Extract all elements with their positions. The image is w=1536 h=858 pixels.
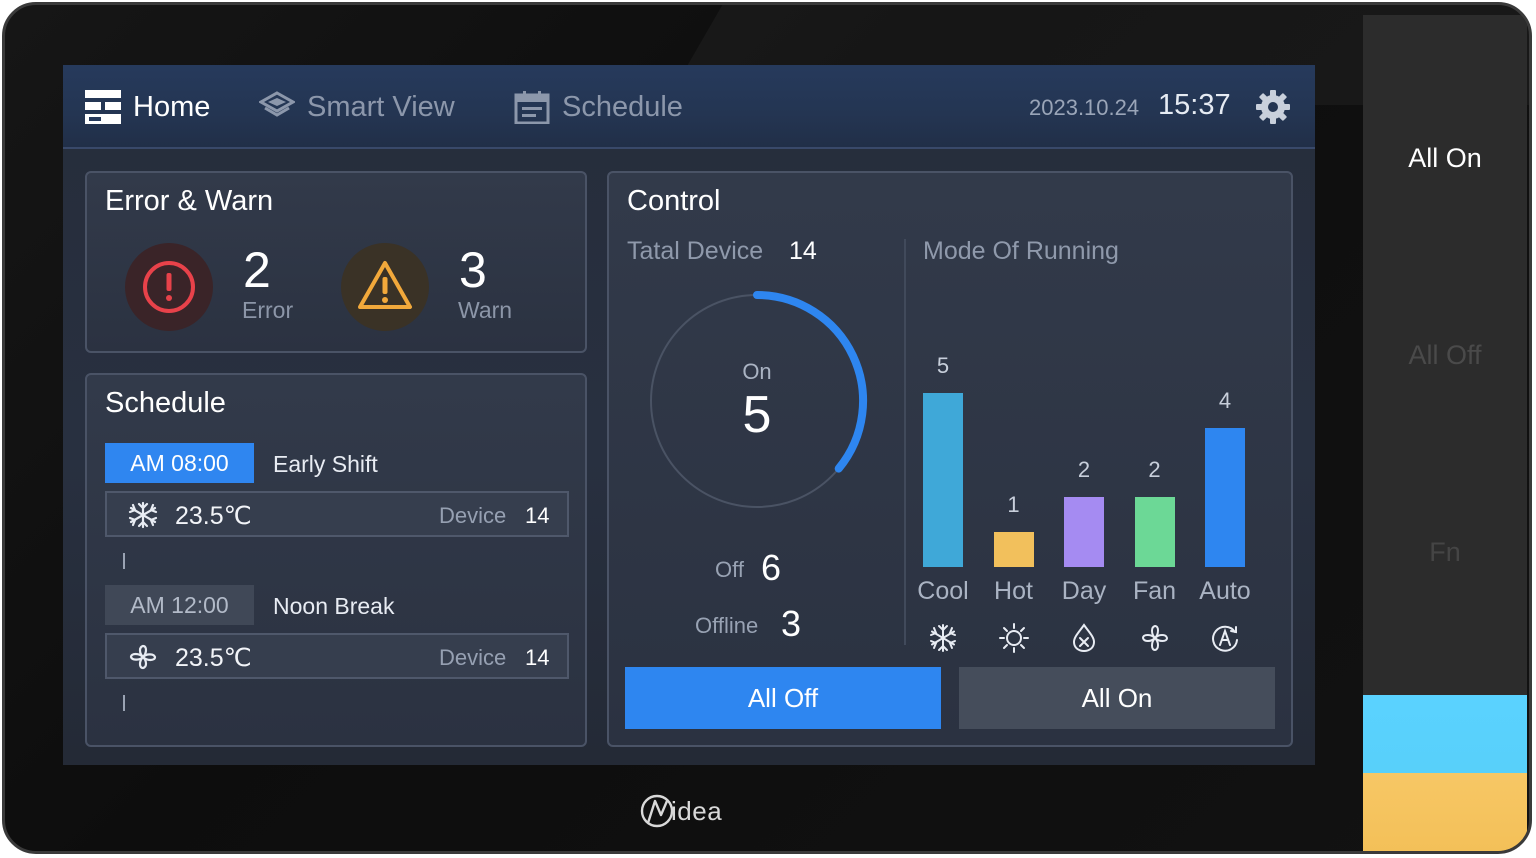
total-device-label: Tatal Device [627,237,764,265]
timeline-tick [123,695,125,711]
brand-mark-icon [640,794,674,828]
warn-count: 3 [459,242,487,298]
all-on-button[interactable]: All On [959,667,1275,729]
timeline-tick [123,553,125,569]
control-card: Control Tatal Device 14 Mode Of Running … [607,171,1293,747]
on-label: On [742,359,772,384]
side-all-on-button[interactable]: All On [1363,143,1527,174]
schedule-card: Schedule AM 08:00 Early Shift 23.5℃ Devi… [85,373,587,747]
snowflake-icon [128,501,158,529]
error-count: 2 [243,242,271,298]
bar-label-fan: Fan [1132,577,1177,605]
nav-smart-view-label: Smart View [307,90,455,123]
device-bezel: Home Smart View Schedule 2023.10.24 15:3… [2,2,1532,854]
brand-logo: idea [639,791,722,831]
date-display: 2023.10.24 [1029,95,1140,120]
nav-home-label: Home [133,90,211,123]
top-nav: Home Smart View Schedule 2023.10.24 15:3… [63,65,1315,149]
mode-of-running-title: Mode Of Running [923,237,1119,265]
fan-icon [129,644,157,670]
side-yellow-block [1363,773,1527,851]
on-count: 5 [742,386,772,444]
nav-tab-smart-view[interactable]: Smart View [259,89,455,125]
bar-fan [1134,497,1175,567]
bar-value-day: 2 [1077,457,1091,483]
schedule-time-1[interactable]: AM 08:00 [105,443,254,483]
error-icon [143,261,195,313]
offline-count: 3 [781,603,802,644]
bar-hot [993,532,1034,567]
schedule-device-count-1: 14 [525,503,550,528]
error-warn-title: Error & Warn [105,185,274,217]
sun-icon [998,623,1029,653]
schedule-name-2: Noon Break [273,593,395,619]
side-panel: All On All Off Fn [1363,15,1527,851]
snowflake-icon [930,624,956,652]
schedule-device-label-2: Device [439,645,507,670]
total-device-count: 14 [789,237,817,265]
schedule-temp-2: 23.5℃ [175,644,252,672]
error-badge [125,243,213,331]
error-label: Error [242,297,294,323]
bar-value-cool: 5 [936,353,950,378]
bar-value-auto: 4 [1218,387,1232,413]
bar-label-auto: Auto [1199,577,1251,605]
bar-cool [923,393,963,567]
time-display: 15:37 [1158,89,1231,121]
brand-name: idea [671,795,723,826]
bar-value-fan: 2 [1148,457,1161,483]
home-grid-icon [85,90,121,124]
schedule-temp-1: 23.5℃ [175,502,252,530]
calendar-icon [514,91,550,124]
nav-tab-schedule[interactable]: Schedule [514,89,683,125]
schedule-title: Schedule [105,387,226,419]
schedule-name-1: Early Shift [273,451,378,477]
gear-icon[interactable] [1255,89,1291,125]
schedule-row-2[interactable]: 23.5℃ Device 14 [105,633,569,679]
mode-bar-chart: 5 Cool 1 Hot 2 Day 2 Fan 4 Auto [909,323,1279,663]
nav-schedule-label: Schedule [562,90,683,123]
bar-label-cool: Cool [917,577,969,605]
fan-icon [1141,625,1168,651]
drop-icon [1072,623,1096,653]
bar-label-hot: Hot [994,577,1033,605]
touch-screen: Home Smart View Schedule 2023.10.24 15:3… [63,65,1315,765]
schedule-device-count-2: 14 [525,645,550,670]
section-divider [904,239,906,645]
warning-icon [358,261,412,309]
layers-icon [259,91,295,117]
warn-badge [341,243,429,331]
all-off-button[interactable]: All Off [625,667,941,729]
side-all-off-button[interactable]: All Off [1363,340,1527,371]
nav-tab-home[interactable]: Home [85,89,210,125]
bar-day [1064,497,1104,567]
side-blue-block [1363,695,1527,773]
auto-icon [1212,625,1238,652]
side-fn-button[interactable]: Fn [1363,537,1527,568]
error-warn-card[interactable]: Error & Warn 2 Error 3 Warn [85,171,587,353]
schedule-device-label-1: Device [439,503,507,528]
bar-auto [1205,427,1245,567]
schedule-time-2[interactable]: AM 12:00 [105,585,254,625]
off-count: 6 [761,547,782,588]
warn-label: Warn [458,297,513,323]
control-title: Control [627,185,721,217]
schedule-row-1[interactable]: 23.5℃ Device 14 [105,491,569,537]
bar-label-day: Day [1061,577,1107,605]
off-label: Off [715,557,744,582]
offline-label: Offline [695,613,759,638]
bar-value-hot: 1 [1007,492,1020,518]
